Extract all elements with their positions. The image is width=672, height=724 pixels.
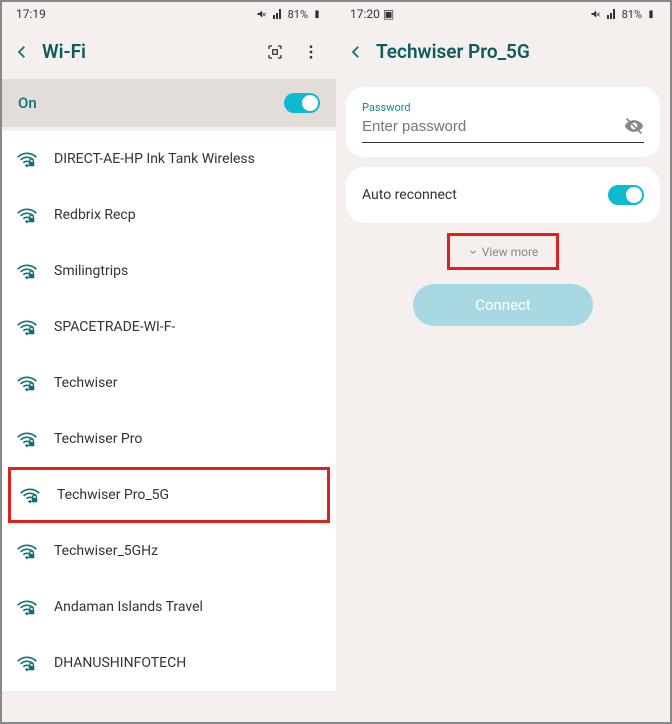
network-name: Techwiser Pro [54,431,142,447]
network-name: Andaman Islands Travel [54,599,203,615]
status-bar: 17:20 ▣ 81% [336,2,670,26]
status-bar: 17:19 81% [2,2,336,26]
chevron-down-icon [468,247,478,257]
view-more-button[interactable]: View more [468,245,539,259]
wifi-locked-icon [16,652,38,674]
wifi-on-row: On [2,79,336,127]
status-right: 81% [256,8,322,21]
more-icon[interactable] [302,43,320,61]
view-more-highlight: View more [447,233,560,270]
network-title: Techwiser Pro_5G [376,40,660,63]
wifi-locked-icon [16,540,38,562]
network-name: Techwiser Pro_5G [57,487,169,503]
battery-text: 81% [622,8,642,21]
wifi-locked-icon [16,148,38,170]
wifi-locked-icon [16,596,38,618]
qr-scan-icon[interactable] [266,43,284,61]
auto-reconnect-label: Auto reconnect [362,187,457,203]
wifi-locked-icon [16,372,38,394]
battery-icon [646,8,656,20]
screenshot-icon: ▣ [383,7,394,21]
wifi-list-screen: 17:19 81% Wi-Fi On [2,2,336,722]
password-input[interactable] [362,118,624,135]
battery-icon [312,8,322,20]
network-name: SPACETRADE-WI-F- [54,319,175,335]
status-time: 17:20 ▣ [350,7,394,21]
wifi-locked-icon [16,204,38,226]
wifi-locked-icon [16,428,38,450]
network-item[interactable]: Techwiser [2,355,336,411]
status-time: 17:19 [16,7,46,21]
connect-header: Techwiser Pro_5G [336,26,670,79]
wifi-toggle[interactable] [284,93,320,113]
network-item[interactable]: Smilingtrips [2,243,336,299]
network-item[interactable]: Techwiser Pro_5G [8,467,330,523]
network-item[interactable]: Redbrix Recp [2,187,336,243]
network-item[interactable]: Techwiser Pro [2,411,336,467]
battery-text: 81% [288,8,308,21]
connect-button[interactable]: Connect [413,284,593,326]
network-name: Techwiser_5GHz [54,543,158,559]
back-icon[interactable] [346,42,366,62]
wifi-locked-icon [19,484,41,506]
signal-icon [606,8,618,20]
network-name: Redbrix Recp [54,207,136,223]
visibility-toggle-icon[interactable] [624,116,644,136]
network-item[interactable]: DIRECT-AE-HP Ink Tank Wireless [2,131,336,187]
network-item[interactable]: Techwiser_5GHz [2,523,336,579]
page-title: Wi-Fi [42,40,256,63]
mute-icon [590,8,602,20]
network-item[interactable]: SPACETRADE-WI-F- [2,299,336,355]
network-name: Smilingtrips [54,263,128,279]
network-item[interactable]: Andaman Islands Travel [2,579,336,635]
back-icon[interactable] [12,42,32,62]
network-name: Techwiser [54,375,117,391]
wifi-locked-icon [16,316,38,338]
password-card: Password [346,87,660,157]
auto-reconnect-toggle[interactable] [608,185,644,205]
view-more-label: View more [482,245,539,259]
network-name: DHANUSHINFOTECH [54,655,186,671]
wifi-connect-screen: 17:20 ▣ 81% Techwiser Pro_5G Password [336,2,670,722]
wifi-header: Wi-Fi [2,26,336,79]
network-name: DIRECT-AE-HP Ink Tank Wireless [54,151,255,167]
network-list: DIRECT-AE-HP Ink Tank Wireless Redbrix R… [2,131,336,691]
wifi-locked-icon [16,260,38,282]
auto-reconnect-row: Auto reconnect [346,167,660,223]
network-item[interactable]: DHANUSHINFOTECH [2,635,336,691]
signal-icon [272,8,284,20]
mute-icon [256,8,268,20]
wifi-on-label: On [18,94,37,112]
status-right: 81% [590,8,656,21]
password-label: Password [362,101,644,114]
